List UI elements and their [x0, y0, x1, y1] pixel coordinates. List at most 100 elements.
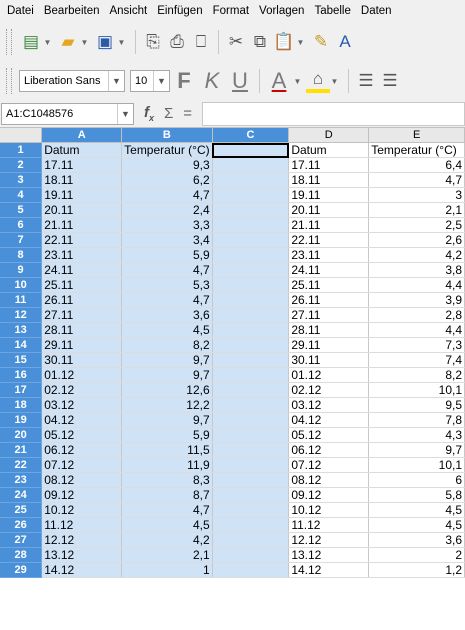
row-header[interactable]: 5	[0, 202, 43, 219]
row-header[interactable]: 26	[0, 517, 43, 534]
cell-c[interactable]	[212, 562, 290, 579]
cell-a[interactable]: 12.12	[41, 532, 123, 549]
cell-c[interactable]	[212, 232, 290, 249]
font-color-dropdown-icon[interactable]: ▼	[293, 77, 302, 86]
cell-c[interactable]	[212, 457, 290, 474]
new-dropdown-icon[interactable]: ▼	[43, 38, 52, 47]
cell-e[interactable]: 10,1	[368, 457, 465, 474]
cell-d[interactable]: 06.12	[288, 442, 370, 459]
cell-a[interactable]: 27.11	[41, 307, 123, 324]
row-header[interactable]: 20	[0, 427, 43, 444]
cell-b[interactable]: 12,6	[121, 382, 213, 399]
cell-a[interactable]: 22.11	[41, 232, 123, 249]
row-header[interactable]: 22	[0, 457, 43, 474]
cell-b[interactable]: 8,3	[121, 472, 213, 489]
cell-b[interactable]: 3,4	[121, 232, 213, 249]
cell-e[interactable]: 2,1	[368, 202, 465, 219]
cell-b[interactable]: 11,5	[121, 442, 213, 459]
cell-b[interactable]: 9,7	[121, 352, 213, 369]
cell-d[interactable]: 01.12	[288, 367, 370, 384]
cell-b[interactable]: 8,2	[121, 337, 213, 354]
cell-b[interactable]: 2,1	[121, 547, 213, 564]
cell-d[interactable]: 03.12	[288, 397, 370, 414]
cell-c[interactable]	[212, 337, 290, 354]
chevron-down-icon[interactable]: ▼	[108, 71, 124, 91]
cell-d[interactable]: 12.12	[288, 532, 370, 549]
cell-a[interactable]: 29.11	[41, 337, 123, 354]
row-header[interactable]: 15	[0, 352, 43, 369]
cell-a[interactable]: 11.12	[41, 517, 123, 534]
row-header[interactable]: 19	[0, 412, 43, 429]
cell-a[interactable]: 05.12	[41, 427, 123, 444]
cell-b[interactable]: 4,7	[121, 262, 213, 279]
cell-e[interactable]: 3,8	[368, 262, 465, 279]
chevron-down-icon[interactable]: ▼	[153, 71, 169, 91]
cell-e[interactable]: 2,5	[368, 217, 465, 234]
cell-b[interactable]: 4,7	[121, 292, 213, 309]
highlight-dropdown-icon[interactable]: ▼	[330, 77, 339, 86]
cell-d[interactable]: 23.11	[288, 247, 370, 264]
cell-c[interactable]	[212, 262, 290, 279]
cell-d[interactable]: 30.11	[288, 352, 370, 369]
cell-b[interactable]: 4,2	[121, 532, 213, 549]
select-all-corner[interactable]	[0, 128, 43, 144]
menu-item-vorlagen[interactable]: Vorlagen	[253, 5, 308, 17]
cell-e[interactable]: 7,8	[368, 412, 465, 429]
cell-c[interactable]	[212, 502, 290, 519]
column-header-a[interactable]: A	[41, 128, 123, 144]
cell-c[interactable]	[212, 247, 290, 264]
font-size-box[interactable]: 10 ▼	[130, 70, 170, 92]
chevron-down-icon[interactable]: ▼	[117, 103, 133, 124]
toolbar-grip-icon[interactable]	[6, 68, 12, 94]
cell-d[interactable]: 19.11	[288, 187, 370, 204]
cell-a[interactable]: 26.11	[41, 292, 123, 309]
cell-a[interactable]: 04.12	[41, 412, 123, 429]
row-header[interactable]: 29	[0, 562, 43, 579]
cell-b[interactable]: 8,7	[121, 487, 213, 504]
cell-a[interactable]: 08.12	[41, 472, 123, 489]
cell-d[interactable]: 07.12	[288, 457, 370, 474]
cell-d[interactable]: 29.11	[288, 337, 370, 354]
align-center-icon[interactable]: ☰	[378, 68, 402, 94]
cell-d[interactable]: 26.11	[288, 292, 370, 309]
cell-b[interactable]: 3,3	[121, 217, 213, 234]
clear-formatting-icon[interactable]: A	[333, 29, 357, 55]
cell-d[interactable]: 25.11	[288, 277, 370, 294]
export-pdf-icon[interactable]: ⎘	[141, 29, 165, 55]
cell-d[interactable]: 22.11	[288, 232, 370, 249]
cell-e[interactable]: 3	[368, 187, 465, 204]
cell-b[interactable]: 4,7	[121, 187, 213, 204]
row-header[interactable]: 23	[0, 472, 43, 489]
cell-e[interactable]: 3,9	[368, 292, 465, 309]
cell-a[interactable]: 28.11	[41, 322, 123, 339]
cell-e[interactable]: 6,4	[368, 157, 465, 174]
cell-b[interactable]: 4,7	[121, 502, 213, 519]
cell-a[interactable]: 20.11	[41, 202, 123, 219]
cell-e[interactable]: 4,4	[368, 277, 465, 294]
print-preview-icon[interactable]: ⎕	[189, 29, 213, 55]
open-dropdown-icon[interactable]: ▼	[80, 38, 89, 47]
cell-d[interactable]: 14.12	[288, 562, 370, 579]
print-icon[interactable]: ⎙	[165, 29, 189, 55]
cell-e[interactable]: 5,8	[368, 487, 465, 504]
cell-d[interactable]: 04.12	[288, 412, 370, 429]
cell-b[interactable]: 11,9	[121, 457, 213, 474]
formula-input[interactable]	[202, 101, 465, 126]
cell-c[interactable]	[212, 427, 290, 444]
cell-c[interactable]	[212, 442, 290, 459]
cell-c[interactable]	[212, 547, 290, 564]
cell-b[interactable]: 9,3	[121, 157, 213, 174]
cell-d[interactable]: 28.11	[288, 322, 370, 339]
menu-item-bearbeiten[interactable]: Bearbeiten	[38, 5, 104, 17]
cell-d[interactable]: 11.12	[288, 517, 370, 534]
cell-c[interactable]	[212, 367, 290, 384]
cell-e[interactable]: 4,2	[368, 247, 465, 264]
menu-item-format[interactable]: Format	[207, 5, 253, 17]
cell-a[interactable]: 07.12	[41, 457, 123, 474]
cell-e[interactable]: 9,5	[368, 397, 465, 414]
cell-e[interactable]: 7,4	[368, 352, 465, 369]
cell-a[interactable]: 24.11	[41, 262, 123, 279]
cell-e[interactable]: 7,3	[368, 337, 465, 354]
toolbar-grip-icon[interactable]	[6, 29, 12, 55]
cell-b[interactable]: Temperatur (°C)	[121, 142, 213, 159]
